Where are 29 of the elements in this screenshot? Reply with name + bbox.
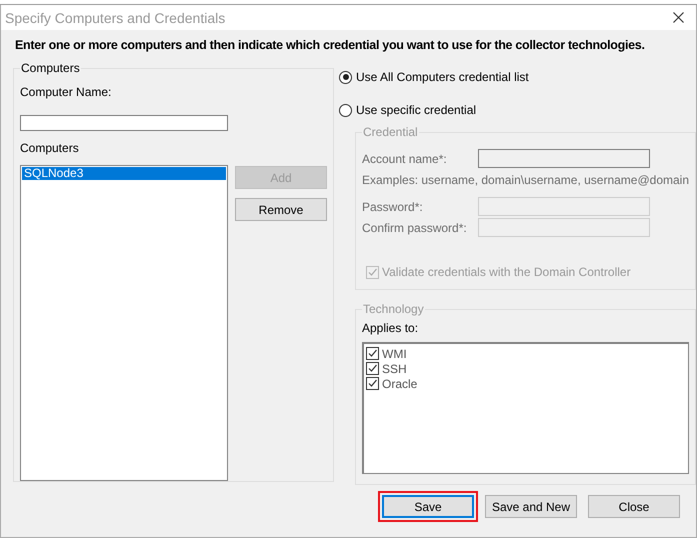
radio-label[interactable]: Use specific credential xyxy=(356,103,476,117)
dialog-button[interactable]: Save xyxy=(382,495,474,518)
close-icon[interactable] xyxy=(673,12,684,23)
checkbox[interactable] xyxy=(366,377,379,390)
dialog-button[interactable]: Save and New xyxy=(485,495,577,518)
list-action-button[interactable]: Remove xyxy=(235,198,327,221)
password-label: Password*: xyxy=(362,200,424,214)
group-title: Technology xyxy=(362,302,425,316)
checkbox-label[interactable]: SSH xyxy=(382,362,407,376)
examples-text: Examples: username, domain\username, username@domain xyxy=(362,173,690,187)
computer-name-field[interactable] xyxy=(20,115,228,131)
radio-label[interactable]: Use All Computers credential list xyxy=(356,70,529,84)
checkbox[interactable] xyxy=(366,362,379,375)
computer-list-item[interactable]: SQLNode3 xyxy=(22,167,226,180)
dialog-button[interactable]: Close xyxy=(588,495,680,518)
applies-to-label: Applies to: xyxy=(362,321,418,335)
computer-name-label: Computer Name: xyxy=(20,85,112,99)
instruction-text: Enter one or more computers and then indicate which credential you want to use for the collector technologies. xyxy=(15,38,646,52)
checkbox-label[interactable]: WMI xyxy=(382,346,407,360)
checkbox-label[interactable]: Oracle xyxy=(382,376,418,390)
account-name-label: Account name*: xyxy=(362,152,448,166)
group-title: Computers xyxy=(20,61,81,75)
computers-label: Computers xyxy=(20,141,79,155)
radio-button[interactable] xyxy=(339,104,352,116)
group-title: Credential xyxy=(362,125,419,139)
checkbox[interactable] xyxy=(366,347,379,360)
confirm-password-label: Confirm password*: xyxy=(362,220,468,234)
radio-button[interactable] xyxy=(339,70,352,84)
window-title: Specify Computers and Credentials xyxy=(5,10,226,26)
